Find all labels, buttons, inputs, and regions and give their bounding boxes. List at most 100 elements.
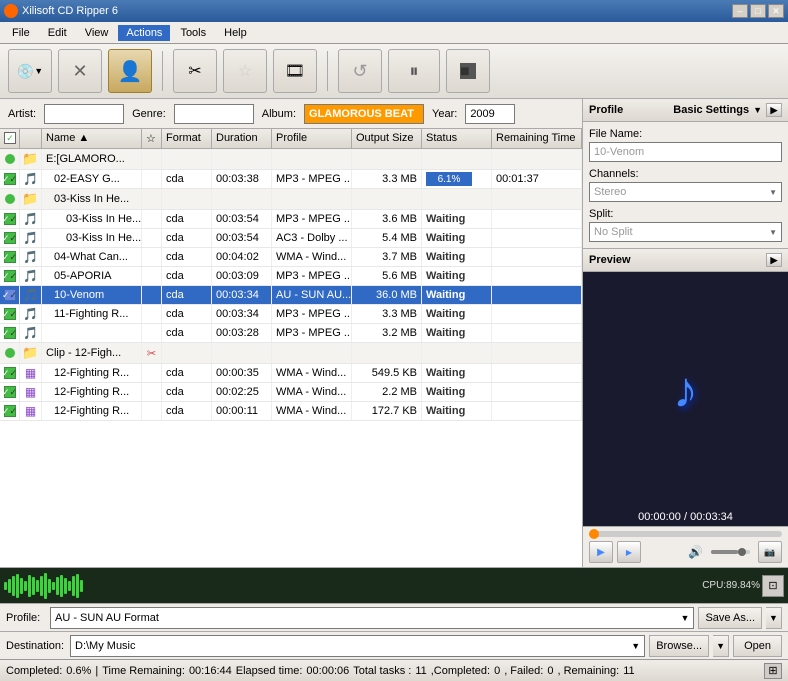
- th-profile[interactable]: Profile: [272, 129, 352, 148]
- remove-button[interactable]: ✕: [58, 49, 102, 93]
- album-input[interactable]: [304, 104, 424, 124]
- table-row[interactable]: ✓ 🎵 11-Fighting R... cda 00:03:34 MP3 - …: [0, 305, 582, 324]
- table-row[interactable]: ✓ 🎵 05-APORIA cda 00:03:09 MP3 - MPEG ..…: [0, 267, 582, 286]
- th-status[interactable]: Status: [422, 129, 492, 148]
- maximize-button[interactable]: □: [750, 4, 766, 18]
- menu-actions[interactable]: Actions: [118, 25, 170, 41]
- channels-select[interactable]: Stereo ▼: [589, 182, 782, 202]
- row-duration: [212, 149, 272, 169]
- row-check[interactable]: ✓: [0, 170, 20, 188]
- th-size[interactable]: Output Size: [352, 129, 422, 148]
- table-row[interactable]: ✓ ▦ 12-Fighting R... cda 00:02:25 WMA - …: [0, 383, 582, 402]
- th-remaining[interactable]: Remaining Time: [492, 129, 582, 148]
- play-button[interactable]: ▶: [589, 541, 613, 563]
- row-star[interactable]: [142, 267, 162, 285]
- row-check[interactable]: ✓: [0, 402, 20, 420]
- menu-file[interactable]: File: [4, 25, 38, 41]
- pause-button[interactable]: ⏸: [388, 49, 440, 93]
- row-profile: MP3 - MPEG ...: [272, 324, 352, 342]
- browse-dropdown-button[interactable]: ▼: [713, 635, 729, 657]
- open-button[interactable]: Open: [733, 635, 782, 657]
- status-settings-button[interactable]: ⊞: [764, 663, 782, 679]
- menu-edit[interactable]: Edit: [40, 25, 75, 41]
- browse-button[interactable]: Browse...: [649, 635, 709, 657]
- menu-tools[interactable]: Tools: [172, 25, 214, 41]
- menu-help[interactable]: Help: [216, 25, 255, 41]
- add-cd-button[interactable]: 💿▼: [8, 49, 52, 93]
- row-check[interactable]: ✓: [0, 248, 20, 266]
- th-format[interactable]: Format: [162, 129, 212, 148]
- row-star[interactable]: [142, 305, 162, 323]
- screenshot-button[interactable]: 📷: [758, 541, 782, 563]
- wave-bar: [4, 582, 7, 590]
- close-button[interactable]: ✕: [768, 4, 784, 18]
- profile-expand-button[interactable]: ▶: [766, 103, 782, 117]
- volume-thumb[interactable]: [738, 548, 746, 556]
- row-check[interactable]: [0, 189, 20, 209]
- cut-button[interactable]: ✂: [173, 49, 217, 93]
- volume-bar[interactable]: [711, 550, 750, 554]
- artist-input[interactable]: [44, 104, 124, 124]
- row-star[interactable]: [142, 210, 162, 228]
- row-star[interactable]: ✂: [142, 343, 162, 363]
- volume-icon: 🔊: [688, 545, 703, 559]
- table-row[interactable]: ✓ 🎵 03-Kiss In He... cda 00:03:54 MP3 - …: [0, 210, 582, 229]
- table-row[interactable]: 📁 E:[GLAMORO...: [0, 149, 582, 170]
- split-select[interactable]: No Split ▼: [589, 222, 782, 242]
- preview-expand-button[interactable]: ▶: [766, 253, 782, 267]
- row-star[interactable]: [142, 402, 162, 420]
- stop-button[interactable]: ■: [446, 49, 490, 93]
- row-check[interactable]: ✓: [0, 267, 20, 285]
- table-row-selected[interactable]: ✓ 🎵 10-Venom cda 00:03:34 AU - SUN AU...…: [0, 286, 582, 305]
- row-check[interactable]: ✓: [0, 286, 20, 304]
- minimize-button[interactable]: –: [732, 4, 748, 18]
- row-star[interactable]: [142, 248, 162, 266]
- th-duration[interactable]: Duration: [212, 129, 272, 148]
- row-star[interactable]: [142, 229, 162, 247]
- refresh-button[interactable]: ↺: [338, 49, 382, 93]
- film-button[interactable]: 🎞: [273, 49, 317, 93]
- table-row[interactable]: ✓ 🎵 04-What Can... cda 00:04:02 WMA - Wi…: [0, 248, 582, 267]
- table-row[interactable]: 📁 03-Kiss In He...: [0, 189, 582, 210]
- th-name[interactable]: Name ▲: [42, 129, 142, 148]
- save-as-dropdown-button[interactable]: ▼: [766, 607, 782, 629]
- table-row[interactable]: ✓ ▦ 12-Fighting R... cda 00:00:35 WMA - …: [0, 364, 582, 383]
- year-input[interactable]: [465, 104, 515, 124]
- table-row[interactable]: ✓ 🎵 cda 00:03:28 MP3 - MPEG ... 3.2 MB W…: [0, 324, 582, 343]
- profile-select[interactable]: AU - SUN AU Format ▼: [50, 607, 694, 629]
- row-star[interactable]: [142, 170, 162, 188]
- row-check[interactable]: ✓: [0, 364, 20, 382]
- row-star[interactable]: [142, 189, 162, 209]
- table-row[interactable]: ✓ ▦ 12-Fighting R... cda 00:00:11 WMA - …: [0, 402, 582, 421]
- genre-input[interactable]: [174, 104, 254, 124]
- table-row[interactable]: ✓ 🎵 03-Kiss In He... cda 00:03:54 AC3 - …: [0, 229, 582, 248]
- row-star[interactable]: [142, 286, 162, 304]
- star-button[interactable]: ☆: [223, 49, 267, 93]
- status-bar: Completed: 0.6% | Time Remaining: 00:16:…: [0, 659, 788, 681]
- row-check[interactable]: ✓: [0, 210, 20, 228]
- row-check[interactable]: [0, 343, 20, 363]
- seek-bar[interactable]: [589, 531, 782, 537]
- row-star[interactable]: [142, 324, 162, 342]
- row-star[interactable]: [142, 364, 162, 382]
- row-check[interactable]: ✓: [0, 324, 20, 342]
- destination-select[interactable]: D:\My Music ▼: [70, 635, 645, 657]
- menu-view[interactable]: View: [77, 25, 117, 41]
- capture-button[interactable]: ⊡: [762, 575, 784, 597]
- row-star[interactable]: [142, 149, 162, 169]
- table-row[interactable]: ✓ 🎵 02-EASY G... cda 00:03:38 MP3 - MPEG…: [0, 170, 582, 189]
- file-name-input[interactable]: [589, 142, 782, 162]
- genre-label: Genre:: [132, 108, 166, 120]
- row-check[interactable]: [0, 149, 20, 169]
- title-bar: Xilisoft CD Ripper 6 – □ ✕: [0, 0, 788, 22]
- rewind-button[interactable]: ▶: [617, 541, 641, 563]
- save-as-button[interactable]: Save As...: [698, 607, 762, 629]
- seek-thumb[interactable]: [589, 529, 599, 539]
- row-check[interactable]: ✓: [0, 229, 20, 247]
- row-check[interactable]: ✓: [0, 383, 20, 401]
- row-star[interactable]: [142, 383, 162, 401]
- table-row[interactable]: 📁 Clip - 12-Figh... ✂: [0, 343, 582, 364]
- row-check[interactable]: ✓: [0, 305, 20, 323]
- row-status: Waiting: [422, 364, 492, 382]
- rip-button[interactable]: 👤: [108, 49, 152, 93]
